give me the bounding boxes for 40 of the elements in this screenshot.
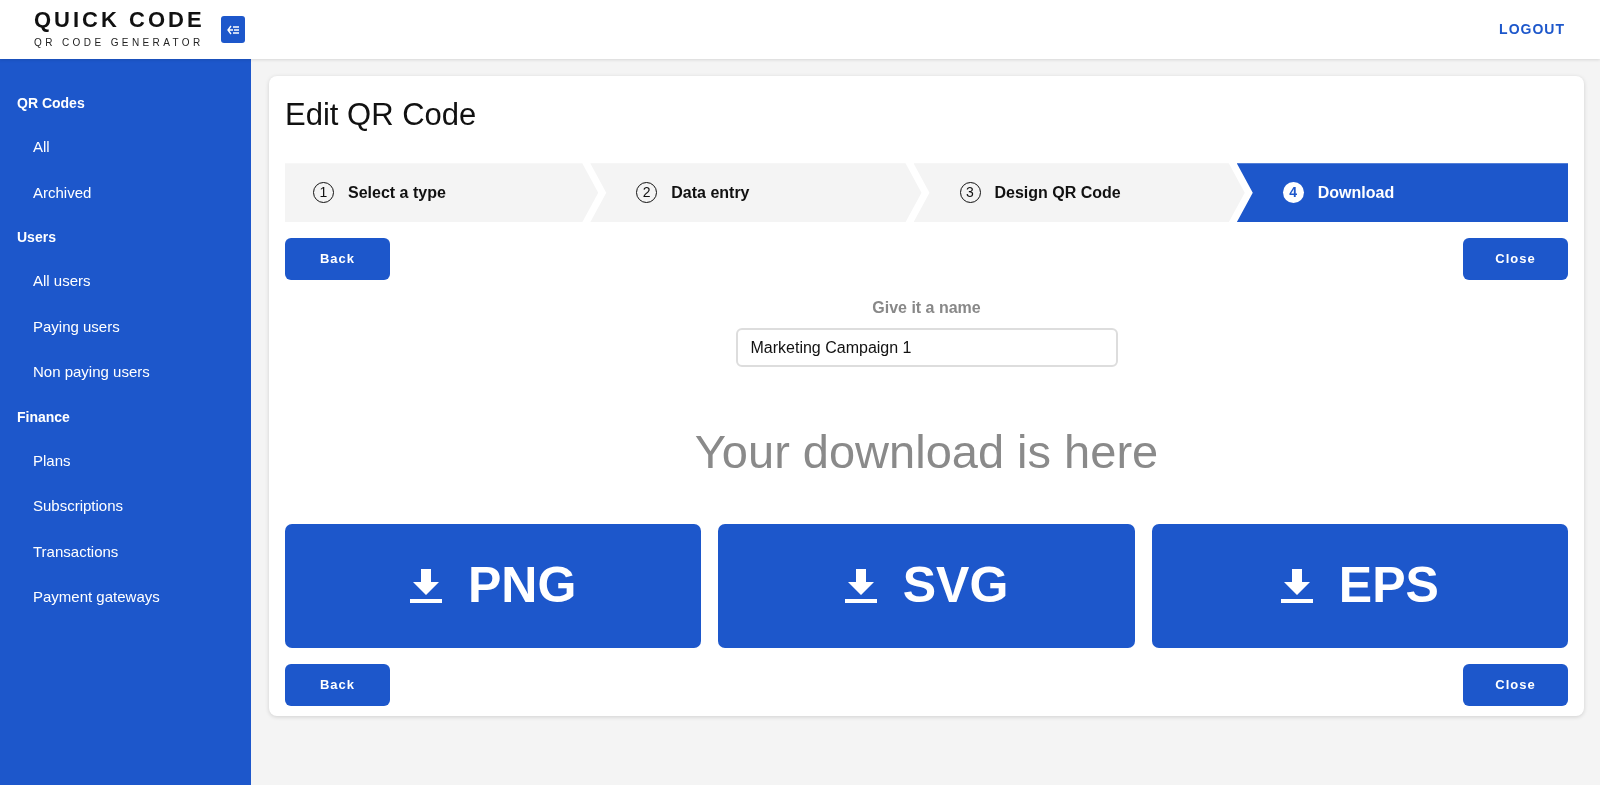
wizard-step[interactable]: 3 Design QR Code xyxy=(913,163,1245,223)
collapse-icon xyxy=(226,24,239,35)
step-label: Design QR Code xyxy=(994,182,1121,203)
sidebar-item[interactable]: Paying users xyxy=(0,315,153,338)
download-icon xyxy=(410,568,442,603)
field-label: Give it a name xyxy=(871,298,982,319)
sidebar-toggle-button[interactable] xyxy=(220,16,245,43)
sidebar-section-heading: QR Codes xyxy=(16,94,86,113)
back-button[interactable]: Back xyxy=(285,238,390,281)
sidebar-section-heading: Users xyxy=(16,228,57,247)
wizard-step[interactable]: 2 Data entry xyxy=(590,163,922,223)
logout-link[interactable]: LOGOUT xyxy=(1499,19,1565,40)
step-label: Download xyxy=(1317,182,1395,203)
page-title: Edit QR Code xyxy=(285,96,478,134)
step-label: Select a type xyxy=(348,182,446,203)
sidebar-section-heading: Finance xyxy=(16,407,71,427)
brand-title: QUICK CODE xyxy=(34,9,205,31)
download-icon xyxy=(1280,568,1313,603)
step-number: 4 xyxy=(1282,182,1304,204)
close-button[interactable]: Close xyxy=(1463,238,1568,281)
download-icon xyxy=(844,568,877,603)
wizard-step[interactable]: 4 Download xyxy=(1236,163,1568,223)
sidebar-item[interactable]: All users xyxy=(0,270,124,293)
download-button[interactable]: SVG xyxy=(718,523,1135,648)
download-heading: Your download is here xyxy=(693,424,1160,481)
sidebar-item[interactable]: All xyxy=(0,136,83,159)
sidebar-item[interactable]: Subscriptions xyxy=(0,495,157,518)
sidebar-item[interactable]: Transactions xyxy=(0,540,152,563)
download-button[interactable]: PNG xyxy=(285,523,702,648)
sidebar-item[interactable]: Non paying users xyxy=(0,361,183,384)
name-input-field[interactable]: Marketing Campaign 1 xyxy=(735,328,1118,368)
back-button[interactable]: Back xyxy=(285,663,390,706)
wizard-step[interactable]: 1 Select a type xyxy=(285,163,599,223)
close-button[interactable]: Close xyxy=(1463,663,1568,706)
step-label: Data entry xyxy=(671,182,750,203)
sidebar-item[interactable]: Payment gateways xyxy=(0,586,193,609)
brand-subtitle: QR CODE GENERATOR xyxy=(34,36,205,50)
sidebar-item[interactable]: Archived xyxy=(0,181,125,204)
sidebar-item[interactable]: Plans xyxy=(0,449,104,472)
download-button[interactable]: EPS xyxy=(1151,523,1568,648)
